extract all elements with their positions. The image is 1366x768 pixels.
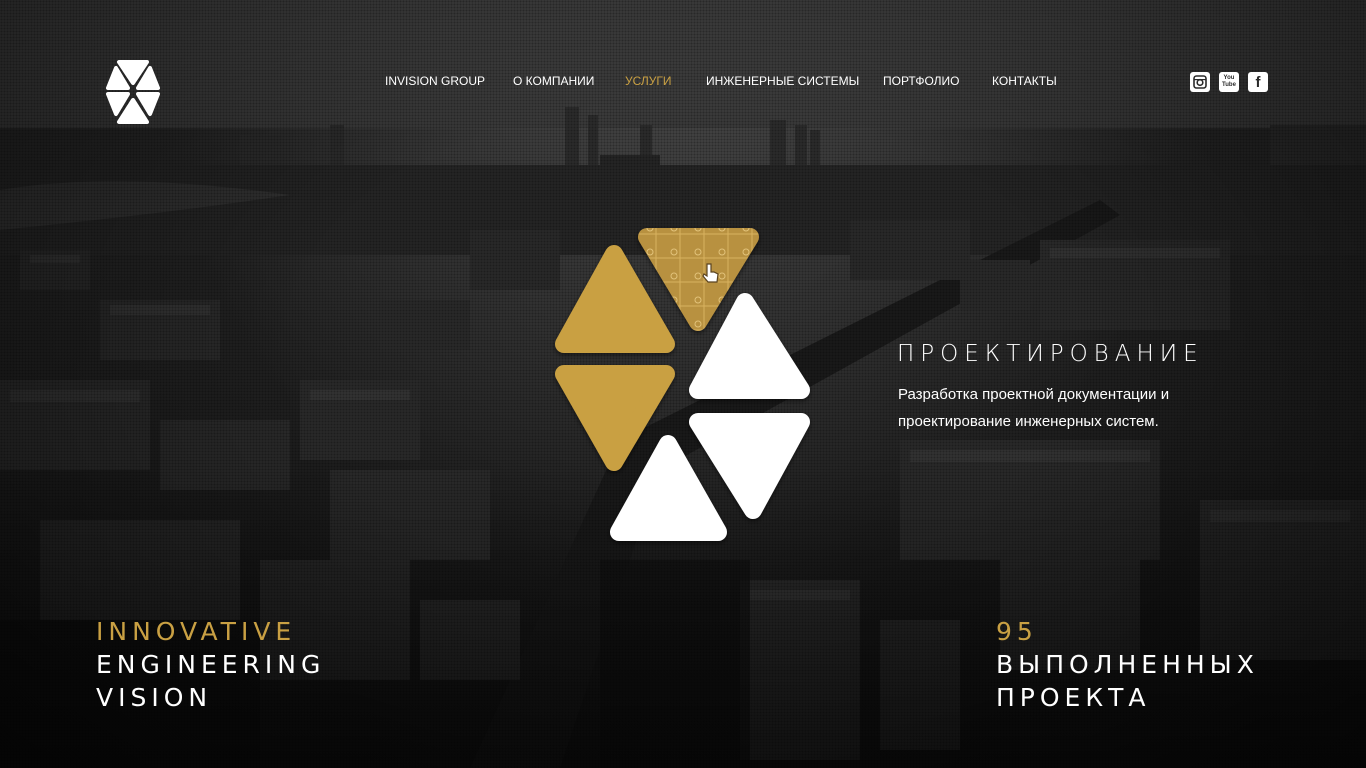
nav-item-invision-group[interactable]: INVISION GROUP	[385, 74, 485, 88]
nav-item-contacts[interactable]: КОНТАКТЫ	[992, 74, 1057, 88]
service-description-line1: Разработка проектной документации и	[898, 386, 1170, 403]
hexagon-logo-icon[interactable]	[104, 58, 162, 128]
services-hexagon	[555, 228, 810, 541]
projects-label-line1: ВЫПОЛНЕННЫХ	[996, 650, 1259, 679]
nav-item-services[interactable]: УСЛУГИ	[625, 74, 672, 88]
instagram-glyph	[1193, 75, 1207, 89]
projects-label-line2: ПРОЕКТА	[996, 683, 1151, 712]
facebook-glyph: f	[1255, 73, 1261, 91]
tagline-line3: VISION	[96, 683, 213, 712]
nav-item-about[interactable]: О КОМПАНИИ	[513, 74, 594, 88]
tagline-line2: ENGINEERING	[96, 650, 326, 679]
service-description: Разработка проектной документации и прое…	[898, 381, 1198, 435]
youtube-icon[interactable]: You Tube	[1219, 72, 1239, 92]
projects-counter: 95 ВЫПОЛНЕННЫХ ПРОЕКТА	[996, 615, 1259, 714]
hex-segment-top-left[interactable]	[555, 245, 675, 353]
nav-item-portfolio[interactable]: ПОРТФОЛИО	[883, 74, 960, 88]
nav-item-engineering-systems[interactable]: ИНЖЕНЕРНЫЕ СИСТЕМЫ	[706, 74, 859, 88]
hex-segment-bottom-left[interactable]	[555, 365, 675, 471]
tagline: INNOVATIVE ENGINEERING VISION	[96, 615, 325, 714]
hex-segment-right-bottom[interactable]	[689, 413, 810, 519]
hex-segment-bottom[interactable]	[610, 435, 727, 541]
youtube-text-top: You	[1223, 75, 1235, 81]
facebook-icon[interactable]: f	[1248, 72, 1268, 92]
social-links: You Tube f	[1190, 72, 1268, 92]
service-description-line2: проектирование инженерных систем.	[898, 413, 1159, 430]
instagram-icon[interactable]	[1190, 72, 1210, 92]
service-title: ПРОЕКТИРОВАНИЕ	[897, 341, 1204, 367]
tagline-line1: INNOVATIVE	[96, 617, 297, 646]
youtube-text-bottom: Tube	[1222, 82, 1236, 88]
hex-segment-right-top[interactable]	[689, 293, 810, 399]
projects-count: 95	[996, 617, 1038, 646]
